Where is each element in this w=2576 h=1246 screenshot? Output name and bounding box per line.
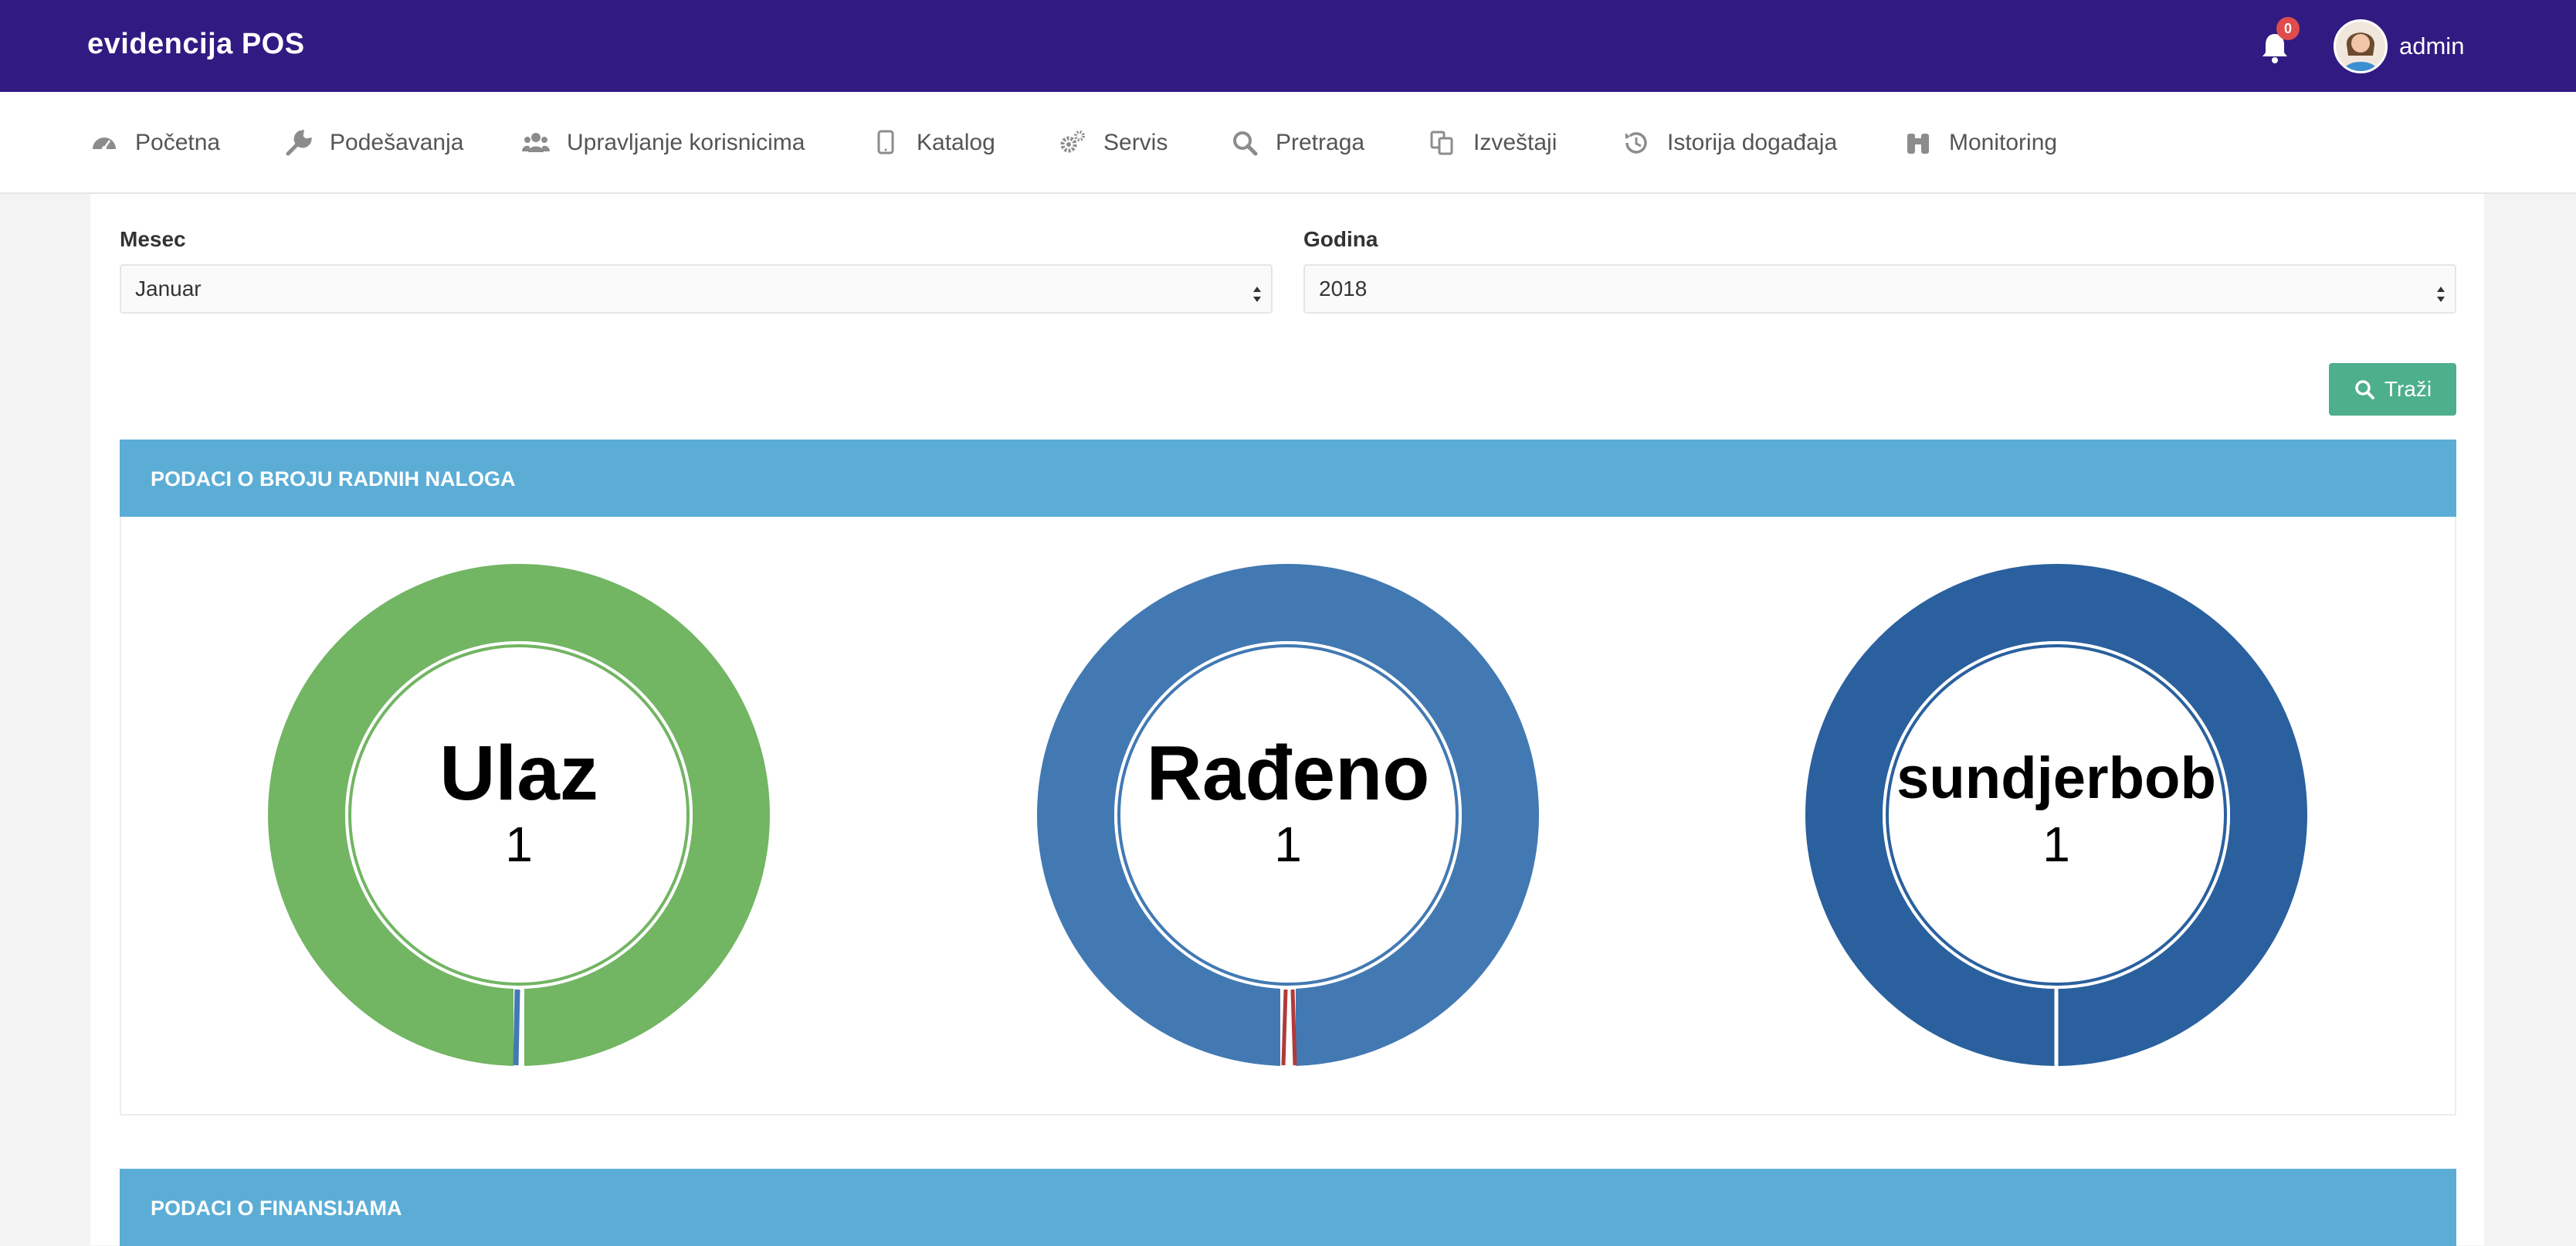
slice-sliver [513,989,520,1066]
work-orders-title: PODACI O BROJU RADNIH NALOGA [151,467,516,491]
nav-item-label: Istorija događaja [1667,130,1838,155]
slice-sliver [1281,989,1288,1066]
donut-hole [1883,641,2230,989]
nav-item-label: Upravljanje korisnicima [567,130,805,155]
nav-item-pocetna[interactable]: Početna [89,126,220,160]
nav-item-izvestaji[interactable]: Izveštaji [1427,126,1557,160]
month-label: Mesec [120,227,186,251]
nav-item-monitoring[interactable]: Monitoring [1903,126,2057,160]
year-label: Godina [1303,227,1378,251]
donut-chart-ulaz: Ulaz 1 [267,563,771,1067]
donut-sundjerbob-svg [1805,564,2307,1067]
search-button-label: Traži [2384,377,2432,401]
nav-item-label: Monitoring [1949,130,2058,155]
nav-item-label: Izveštaji [1473,130,1557,155]
nav-item-katalog[interactable]: Katalog [870,126,995,160]
donut-chart-radjeno: Rađeno 1 [1036,563,1540,1067]
top-bar: evidencija POS 0 admin [0,0,2576,92]
donut-value: 1 [2042,817,2070,872]
search-icon [1229,127,1260,158]
month-select[interactable]: Januar [120,264,1273,314]
users-icon [520,127,551,158]
nav-item-label: Pretraga [1276,130,1365,155]
donut-chart-sundjerbob: sundjerbob 1 [1805,563,2308,1067]
select-arrows-icon [1251,277,1263,302]
nav-item-pretraga[interactable]: Pretraga [1229,126,1364,160]
donut-title: Ulaz [439,730,598,817]
wrench-icon [283,127,314,158]
finance-title: PODACI O FINANSIJAMA [151,1197,402,1220]
donut-title: Rađeno [1146,730,1430,817]
donut-value: 1 [1274,817,1302,872]
history-icon [1621,127,1652,158]
slice-sliver [1290,989,1297,1066]
month-select-value: Januar [135,277,202,300]
year-select-value: 2018 [1319,277,1368,300]
gears-icon [1057,127,1088,158]
nav-item-label: Početna [135,130,221,155]
nav-item-servis[interactable]: Servis [1057,126,1168,160]
work-orders-header: PODACI O BROJU RADNIH NALOGA [120,440,2456,517]
finance-header: PODACI O FINANSIJAMA [120,1169,2456,1246]
search-icon [2354,379,2375,400]
brand-title[interactable]: evidencija POS [87,28,305,61]
search-button[interactable]: Traži [2329,363,2456,416]
donut-value: 1 [505,817,533,872]
nav-item-label: Podešavanja [330,130,464,155]
username[interactable]: admin [2399,32,2464,60]
nav-item-podesavanja[interactable]: Podešavanja [283,126,463,160]
notification-badge: 0 [2276,17,2300,40]
year-select[interactable]: 2018 [1303,264,2456,314]
nav-item-label: Katalog [917,130,995,155]
avatar[interactable] [2334,19,2388,73]
select-arrows-icon [2435,277,2447,302]
nav-item-upravljanje-korisnicima[interactable]: Upravljanje korisnicima [520,126,805,160]
nav-item-label: Servis [1103,130,1168,155]
main-nav: Početna Podešavanja Upravljanje korisnic… [0,92,2576,194]
dashboard-icon [89,127,120,158]
donut-title: sundjerbob [1896,745,2216,811]
binoculars-icon [1903,127,1934,158]
copy-icon [1427,127,1458,158]
tablet-icon [870,127,901,158]
nav-item-istorija-dogadjaja[interactable]: Istorija događaja [1621,126,1837,160]
